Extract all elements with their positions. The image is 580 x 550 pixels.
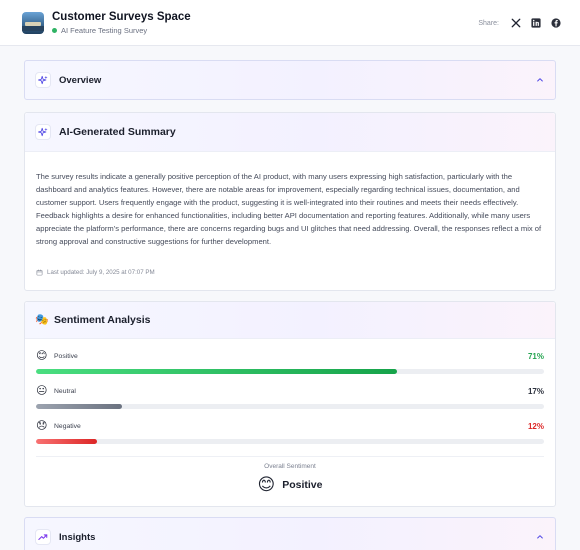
sentiment-header: 🎭 Sentiment Analysis bbox=[25, 302, 555, 339]
sentiment-row-neutral: 😐 Neutral 17% bbox=[25, 384, 555, 409]
status-dot-icon bbox=[52, 28, 57, 33]
chevron-up-icon[interactable] bbox=[535, 532, 545, 542]
overview-section-header[interactable]: Overview bbox=[24, 60, 556, 100]
disappointed-emoji-icon: 😞 bbox=[36, 420, 48, 432]
sentiment-percent: 17% bbox=[527, 386, 544, 396]
smile-emoji-icon: 😊 bbox=[36, 350, 48, 362]
overall-sentiment-value: 😊 Positive bbox=[36, 475, 544, 495]
linkedin-icon[interactable] bbox=[530, 18, 541, 29]
sentiment-title: Sentiment Analysis bbox=[54, 314, 151, 326]
smile-emoji-icon: 😊 bbox=[257, 475, 276, 494]
sentiment-percent: 71% bbox=[527, 351, 544, 361]
sentiment-bar-fill bbox=[36, 404, 123, 409]
last-updated: Last updated: July 9, 2025 at 07:07 PM bbox=[25, 248, 555, 284]
title-block: Customer Surveys Space AI Feature Testin… bbox=[52, 10, 191, 35]
sentiment-percent: 12% bbox=[527, 421, 544, 431]
sentiment-row-positive: 😊 Positive 71% bbox=[25, 349, 555, 374]
neutral-emoji-icon: 😐 bbox=[36, 385, 48, 397]
calendar-icon bbox=[36, 269, 43, 276]
last-updated-text: Last updated: July 9, 2025 at 07:07 PM bbox=[47, 269, 155, 276]
space-logo bbox=[22, 11, 44, 34]
overview-title: Overview bbox=[59, 74, 102, 86]
insights-title: Insights bbox=[59, 531, 96, 543]
sentiment-label: Neutral bbox=[54, 387, 76, 395]
sentiment-bar-fill bbox=[36, 439, 97, 444]
insights-section-header[interactable]: Insights bbox=[24, 517, 556, 550]
sentiment-bar-fill bbox=[36, 369, 397, 374]
main-content: Overview AI-Generated Summary The survey… bbox=[0, 46, 580, 550]
overall-sentiment-text: Positive bbox=[282, 479, 323, 491]
sentiment-bar-track bbox=[36, 404, 544, 409]
ai-summary-header: AI-Generated Summary bbox=[25, 113, 555, 152]
trending-up-icon bbox=[35, 529, 51, 545]
app-title: Customer Surveys Space bbox=[52, 11, 191, 23]
app-header: Customer Surveys Space AI Feature Testin… bbox=[0, 0, 580, 46]
sentiment-label: Positive bbox=[54, 352, 78, 360]
sentiment-bar-track bbox=[36, 439, 544, 444]
sentiment-label: Negative bbox=[54, 422, 81, 430]
share-bar: Share: bbox=[478, 0, 561, 46]
overall-sentiment-label: Overall Sentiment bbox=[264, 463, 316, 470]
sentiment-rows: 😊 Positive 71% 😐 Neutral 17% 😞 Negative … bbox=[25, 349, 555, 444]
ai-summary-card: AI-Generated Summary The survey results … bbox=[24, 112, 556, 291]
sparkles-icon bbox=[35, 72, 51, 88]
ai-summary-title: AI-Generated Summary bbox=[59, 126, 176, 138]
sparkles-icon bbox=[35, 124, 51, 140]
survey-name: AI Feature Testing Survey bbox=[61, 26, 148, 35]
chevron-up-icon[interactable] bbox=[535, 75, 545, 85]
sentiment-row-negative: 😞 Negative 12% bbox=[25, 419, 555, 444]
overall-sentiment: Overall Sentiment 😊 Positive bbox=[36, 456, 544, 508]
share-label: Share: bbox=[478, 19, 499, 27]
theater-masks-icon: 🎭 bbox=[35, 314, 49, 326]
sentiment-bar-track bbox=[36, 369, 544, 374]
sentiment-card: 🎭 Sentiment Analysis 😊 Positive 71% 😐 Ne… bbox=[24, 301, 556, 507]
facebook-icon[interactable] bbox=[550, 18, 561, 29]
summary-body: The survey results indicate a generally … bbox=[36, 172, 542, 246]
x-icon[interactable] bbox=[510, 18, 521, 29]
survey-subtitle: AI Feature Testing Survey bbox=[52, 26, 191, 35]
